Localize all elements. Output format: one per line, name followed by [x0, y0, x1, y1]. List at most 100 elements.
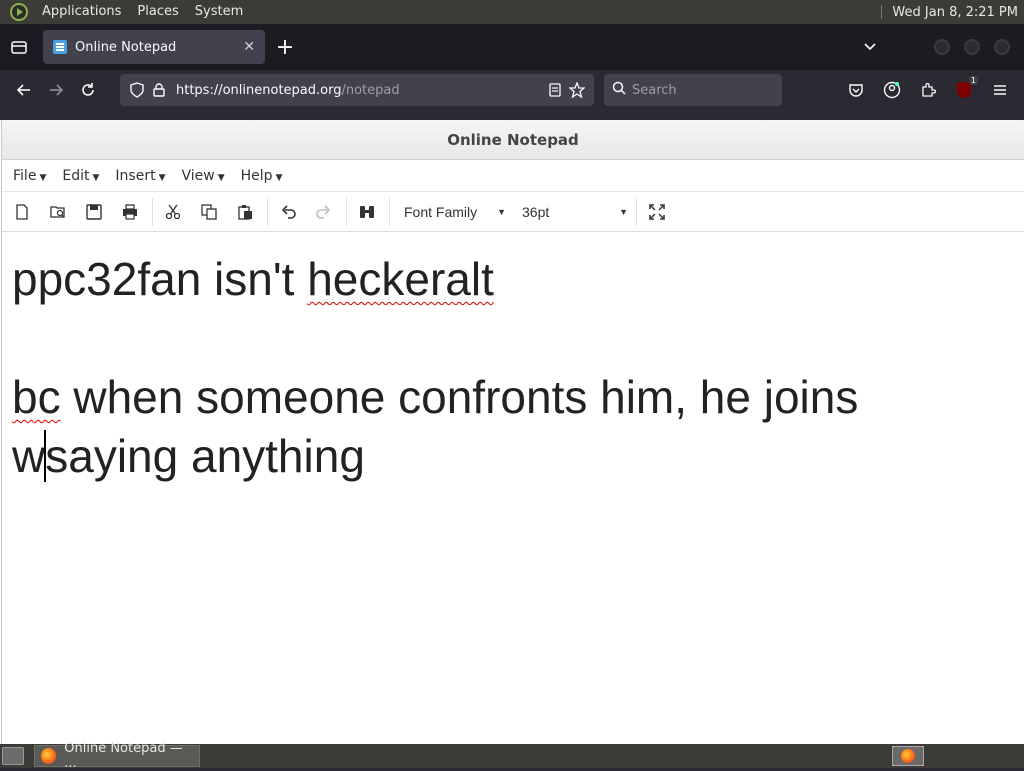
caret-down-icon: ▼ — [497, 206, 506, 217]
font-family-value: Font Family — [404, 203, 478, 220]
line3-text-a: w — [12, 430, 46, 482]
redo-icon[interactable] — [310, 198, 338, 226]
menu-help[interactable]: Help ▼ — [234, 168, 290, 184]
toolbar-separator — [636, 197, 637, 226]
text-editor-area[interactable]: ppc32fan isn't heckeralt bc when someone… — [2, 232, 1023, 744]
tab-online-notepad[interactable]: Online Notepad ✕ — [43, 30, 265, 64]
show-desktop-icon[interactable] — [2, 747, 24, 765]
menu-view-label: View — [181, 167, 215, 184]
applications-menu[interactable]: Applications — [34, 0, 129, 24]
toolbar-separator — [152, 197, 153, 226]
firefox-icon — [41, 748, 57, 764]
page-viewport: Online Notepad File ▼ Edit ▼ Insert ▼ View ▼… — [0, 110, 1024, 744]
new-document-icon[interactable] — [8, 198, 36, 226]
menu-help-label: Help — [240, 167, 273, 184]
document-blank-line — [12, 309, 1013, 368]
line3-text-b: saying anything — [45, 430, 365, 482]
panel-menu: Applications Places System — [0, 0, 251, 24]
app-title-bar: Online Notepad — [2, 120, 1024, 160]
open-file-icon[interactable] — [44, 198, 72, 226]
cut-scissors-icon[interactable] — [159, 198, 187, 226]
url-text: https://onlinenotepad.org/notepad — [170, 83, 544, 98]
document-line-1: ppc32fan isn't heckeralt — [12, 250, 1013, 309]
minimize-button[interactable] — [934, 39, 950, 55]
line1-text: ppc32fan isn't — [12, 253, 308, 305]
undo-icon[interactable] — [274, 198, 302, 226]
font-family-dropdown[interactable]: Font Family ▼ — [396, 198, 514, 226]
navigation-bar: https://onlinenotepad.org/notepad Search… — [0, 70, 1024, 110]
close-window-button[interactable] — [994, 39, 1010, 55]
print-icon[interactable] — [116, 198, 144, 226]
reader-view-icon[interactable] — [544, 79, 566, 101]
taskbar-firefox-window[interactable]: Online Notepad — ... — [34, 741, 200, 771]
fullscreen-icon[interactable] — [643, 198, 671, 226]
search-bar[interactable]: Search — [604, 74, 782, 106]
places-menu[interactable]: Places — [129, 0, 186, 24]
top-panel: Applications Places System Wed Jan 8, 2:… — [0, 0, 1024, 24]
forward-arrow-icon[interactable] — [40, 74, 72, 106]
close-tab-icon[interactable]: ✕ — [243, 39, 255, 55]
clock-text: Wed Jan 8, 2:21 PM — [892, 4, 1018, 20]
caret-down-icon: ▼ — [39, 172, 47, 183]
lock-icon[interactable] — [148, 79, 170, 101]
chevron-down-icon[interactable] — [856, 33, 884, 61]
line2-text: when someone confronts him, he joins — [60, 371, 859, 423]
search-placeholder: Search — [632, 82, 677, 98]
panel-separator — [881, 5, 883, 19]
toolbar-separator — [267, 197, 268, 226]
distro-logo-icon[interactable] — [10, 3, 28, 21]
new-tab-button[interactable]: + — [271, 33, 299, 61]
search-icon — [612, 81, 626, 99]
ublock-badge: 1 — [968, 76, 978, 85]
ublock-shield-icon — [957, 82, 971, 98]
misspelled-word: bc — [12, 371, 61, 423]
panel-clock[interactable]: Wed Jan 8, 2:21 PM — [881, 5, 1024, 20]
menu-edit-label: Edit — [62, 167, 90, 184]
maximize-button[interactable] — [964, 39, 980, 55]
workspace-switcher[interactable] — [892, 746, 924, 766]
document-line-3: wsaying anything — [12, 427, 1013, 486]
caret-down-icon: ▼ — [275, 172, 283, 183]
notepad-app: Online Notepad File ▼ Edit ▼ Insert ▼ View ▼… — [1, 120, 1024, 744]
url-path: /notepad — [341, 82, 400, 98]
app-title: Online Notepad — [447, 130, 579, 149]
menu-view[interactable]: View ▼ — [174, 168, 231, 184]
toolbar-separator — [346, 197, 347, 226]
menu-insert-label: Insert — [115, 167, 156, 184]
tracking-protection-shield-icon[interactable] — [126, 79, 148, 101]
menu-edit[interactable]: Edit ▼ — [55, 168, 106, 184]
bookmark-star-icon[interactable] — [566, 79, 588, 101]
menu-file[interactable]: File ▼ — [6, 168, 53, 184]
ublock-origin-icon[interactable]: 1 — [946, 74, 982, 106]
copy-icon[interactable] — [195, 198, 223, 226]
notepad-favicon-icon — [53, 40, 67, 54]
editor-toolbar: Font Family ▼ 36pt ▼ — [2, 192, 1024, 232]
tab-strip: Online Notepad ✕ + — [0, 24, 1024, 70]
taskbar-item-label: Online Notepad — ... — [64, 741, 183, 771]
firefox-view-icon[interactable] — [5, 33, 33, 61]
find-binoculars-icon[interactable] — [353, 198, 381, 226]
font-size-dropdown[interactable]: 36pt ▼ — [514, 198, 636, 226]
save-icon[interactable] — [80, 198, 108, 226]
bottom-panel: Online Notepad — ... — [0, 741, 1024, 771]
font-size-value: 36pt — [522, 203, 550, 220]
caret-down-icon: ▼ — [217, 172, 225, 183]
caret-down-icon: ▼ — [92, 172, 100, 183]
paste-icon[interactable] — [231, 198, 259, 226]
caret-down-icon: ▼ — [158, 172, 166, 183]
pocket-icon[interactable] — [838, 74, 874, 106]
hamburger-menu-icon[interactable] — [982, 74, 1018, 106]
system-menu[interactable]: System — [187, 0, 251, 24]
extensions-puzzle-icon[interactable] — [910, 74, 946, 106]
misspelled-word: heckeralt — [307, 253, 494, 305]
back-arrow-icon[interactable] — [8, 74, 40, 106]
menu-insert[interactable]: Insert ▼ — [108, 168, 172, 184]
url-host: https://onlinenotepad.org — [176, 82, 342, 98]
account-icon[interactable] — [874, 74, 910, 106]
menu-file-label: File — [13, 167, 37, 184]
editor-menubar: File ▼ Edit ▼ Insert ▼ View ▼ Help ▼ — [2, 160, 1024, 192]
reload-icon[interactable] — [72, 74, 104, 106]
toolbar-separator — [389, 197, 390, 226]
url-bar[interactable]: https://onlinenotepad.org/notepad — [120, 74, 594, 106]
document-line-2: bc when someone confronts him, he joins — [12, 368, 1013, 427]
